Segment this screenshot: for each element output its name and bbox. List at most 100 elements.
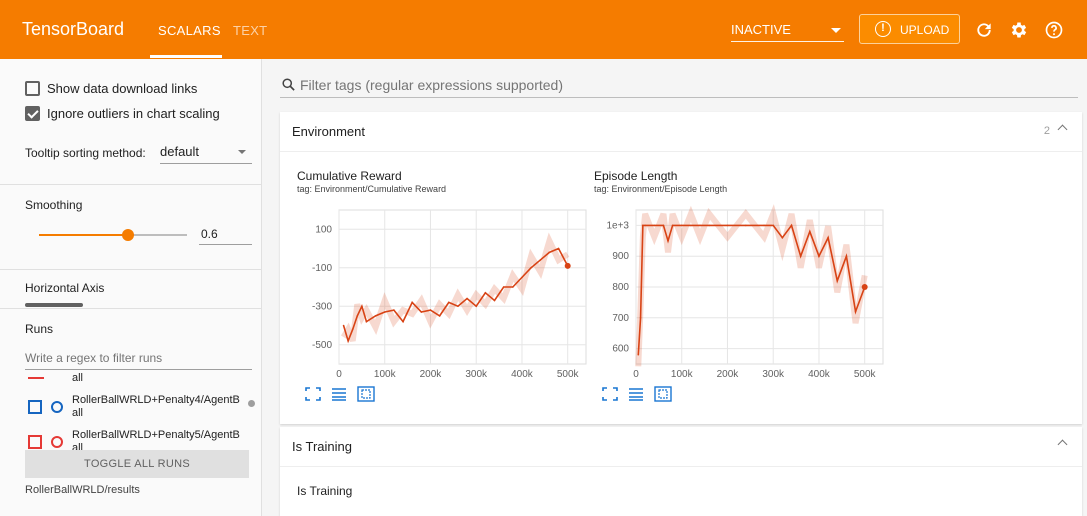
- data-point: [726, 224, 729, 227]
- data-point: [639, 317, 642, 319]
- data-point: [772, 224, 775, 227]
- chart-tag: tag: Environment/Cumulative Reward: [297, 184, 447, 194]
- main-content: Filter tags (regular expressions support…: [262, 59, 1087, 516]
- data-point: [667, 240, 669, 242]
- run-color-swatch: [28, 377, 44, 379]
- fullscreen-icon[interactable]: [601, 386, 619, 402]
- divider: [0, 184, 262, 185]
- data-point: [475, 305, 478, 308]
- run-checkbox[interactable]: [28, 400, 42, 414]
- chart-title: Cumulative Reward: [297, 169, 402, 183]
- list-icon[interactable]: [627, 386, 645, 402]
- upload-button[interactable]: ! UPLOAD: [859, 14, 960, 44]
- data-point: [530, 266, 532, 269]
- y-tick-label: -100: [312, 263, 332, 274]
- data-point: [790, 224, 793, 227]
- upload-button-label: UPLOAD: [900, 23, 950, 37]
- fit-domain-icon[interactable]: [654, 386, 672, 402]
- data-point: [799, 255, 802, 257]
- tooltip-sorting-select[interactable]: default: [160, 144, 252, 164]
- data-point: [809, 230, 811, 233]
- toggle-all-runs-button[interactable]: TOGGLE ALL RUNS: [25, 450, 249, 478]
- data-point: [662, 224, 665, 227]
- category-header[interactable]: Environment 2: [280, 112, 1082, 152]
- run-radio[interactable]: [51, 436, 63, 448]
- chevron-up-icon[interactable]: [1057, 124, 1068, 135]
- chart-cumulative-reward[interactable]: 0 100k 200k 300k 400k 500k 100 -100 -300 -500: [288, 200, 588, 382]
- run-radio[interactable]: [51, 401, 63, 413]
- x-tick-label: 100k: [671, 369, 694, 380]
- logdir-label: RollerBallWRLD/results: [25, 484, 140, 496]
- data-point: [642, 224, 644, 227]
- data-point: [493, 299, 496, 302]
- run-selector-dropdown[interactable]: INACTIVE: [731, 22, 844, 42]
- data-point: [644, 224, 646, 227]
- tab-text[interactable]: TEXT: [233, 23, 267, 38]
- chart-title: Episode Length: [594, 169, 678, 183]
- data-point: [539, 259, 542, 261]
- data-point: [781, 236, 784, 239]
- list-icon[interactable]: [330, 386, 348, 402]
- horizontal-axis-selector[interactable]: [25, 303, 83, 307]
- data-point: [438, 315, 441, 317]
- data-point: [699, 224, 701, 227]
- data-point: [512, 286, 514, 288]
- y-tick-label: 1e+3: [606, 220, 629, 231]
- x-tick-label: 200k: [420, 369, 443, 380]
- tab-scalars[interactable]: SCALARS: [158, 23, 221, 38]
- x-tick-label: 0: [633, 369, 639, 380]
- smoothing-slider-handle[interactable]: [121, 229, 134, 241]
- y-tick-label: -500: [312, 340, 332, 351]
- runs-filter-input[interactable]: Write a regex to filter runs: [25, 348, 252, 370]
- run-item[interactable]: RollerBallWRLD+Penalty4/AgentB all: [25, 394, 255, 424]
- app-title: TensorBoard: [22, 19, 125, 39]
- data-point: [845, 255, 848, 257]
- data-point: [854, 310, 857, 313]
- tag-filter-input[interactable]: Filter tags (regular expressions support…: [280, 72, 1078, 98]
- data-point: [521, 276, 523, 279]
- divider: [0, 269, 262, 270]
- category-header[interactable]: Is Training: [280, 427, 1082, 467]
- chart-episode-length[interactable]: 0 100k 200k 300k 400k 500k 1e+3 900 800 700 600: [585, 200, 885, 382]
- data-point: [342, 324, 345, 327]
- y-tick-label: 600: [612, 344, 629, 355]
- runs-label: Runs: [25, 322, 54, 336]
- tooltip-sorting-value: default: [160, 144, 200, 159]
- data-point: [365, 320, 368, 323]
- data-point: [402, 320, 404, 323]
- y-tick-label: 800: [612, 282, 629, 293]
- smoothing-slider[interactable]: [39, 229, 187, 241]
- fullscreen-icon[interactable]: [304, 386, 322, 402]
- data-point: [466, 297, 468, 300]
- data-point: [744, 224, 747, 227]
- info-icon: !: [875, 21, 891, 37]
- data-point: [361, 305, 363, 308]
- data-point: [690, 224, 692, 227]
- data-point: [502, 286, 505, 288]
- data-point: [383, 311, 386, 313]
- x-tick-label: 200k: [717, 369, 740, 380]
- smoothing-value-input[interactable]: 0.6: [199, 225, 252, 245]
- run-color-dot: [248, 400, 255, 407]
- ignore-outliers-checkbox[interactable]: [25, 106, 40, 121]
- help-icon[interactable]: [1044, 20, 1064, 40]
- data-point: [763, 224, 765, 227]
- x-tick-label: 300k: [465, 369, 488, 380]
- category-card-environment: Environment 2 Cumulative Reward tag: Env…: [280, 112, 1082, 424]
- category-count: 2: [1043, 125, 1050, 137]
- refresh-icon[interactable]: [974, 20, 994, 40]
- data-point: [347, 340, 349, 342]
- category-title: Is Training: [292, 439, 352, 454]
- fit-domain-icon[interactable]: [357, 386, 375, 402]
- data-point: [827, 236, 829, 239]
- data-point: [637, 353, 640, 356]
- run-checkbox[interactable]: [28, 435, 42, 449]
- chevron-up-icon[interactable]: [1057, 439, 1068, 450]
- show-download-links-checkbox[interactable]: [25, 81, 40, 96]
- active-tab-indicator: [150, 55, 222, 58]
- chart-title: Is Training: [297, 484, 353, 498]
- gear-icon[interactable]: [1009, 20, 1029, 40]
- smoothing-slider-fill: [39, 234, 128, 236]
- data-point: [484, 291, 487, 294]
- show-download-links-label: Show data download links: [47, 81, 198, 96]
